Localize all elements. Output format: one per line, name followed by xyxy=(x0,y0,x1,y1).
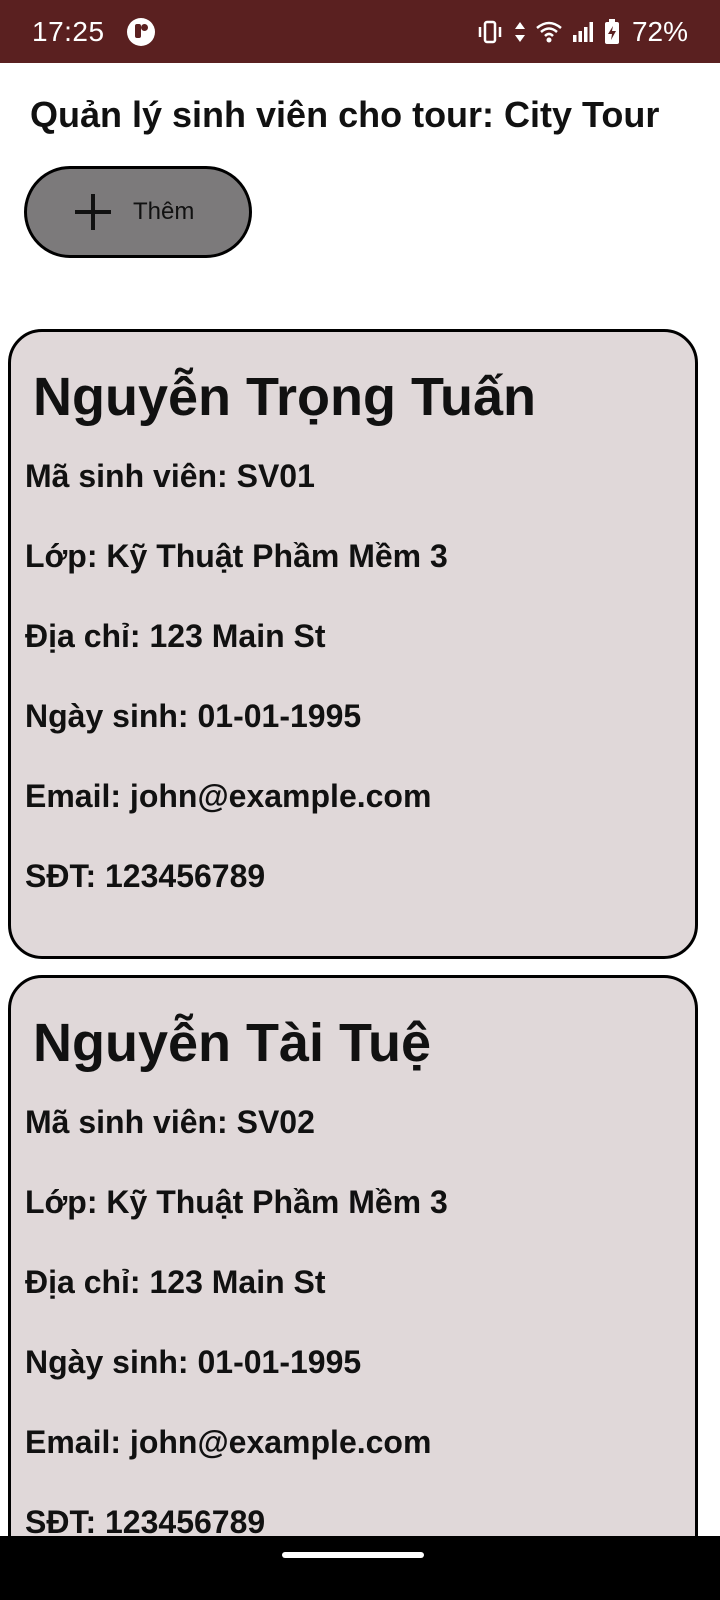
status-time: 17:25 xyxy=(32,15,105,47)
student-card[interactable]: Nguyễn Trọng Tuấn Mã sinh viên: SV01 Lớp… xyxy=(8,329,698,959)
battery-icon xyxy=(604,18,619,44)
student-address: Địa chỉ: 123 Main St xyxy=(25,1264,326,1300)
wifi-icon xyxy=(536,21,562,42)
student-name: Nguyễn Tài Tuệ xyxy=(33,1013,432,1073)
data-arrows-icon xyxy=(514,21,525,42)
student-id: Mã sinh viên: SV02 xyxy=(25,1104,315,1140)
student-address: Địa chỉ: 123 Main St xyxy=(25,618,326,654)
student-class: Lớp: Kỹ Thuật Phầm Mềm 3 xyxy=(25,1184,448,1220)
student-birthday: Ngày sinh: 01-01-1995 xyxy=(25,1344,362,1380)
student-birthday: Ngày sinh: 01-01-1995 xyxy=(25,698,362,734)
add-student-button[interactable]: Thêm xyxy=(24,166,252,258)
screen: 17:25 72% Quản lý sinh viên cho tour: Ci… xyxy=(0,0,720,1600)
student-email: Email: john@example.com xyxy=(25,1424,432,1460)
status-icons: 72% xyxy=(476,16,688,48)
status-bar: 17:25 72% xyxy=(0,0,720,63)
home-gesture-handle[interactable] xyxy=(282,1552,424,1558)
student-card[interactable]: Nguyễn Tài Tuệ Mã sinh viên: SV02 Lớp: K… xyxy=(8,975,698,1600)
student-class: Lớp: Kỹ Thuật Phầm Mềm 3 xyxy=(25,538,448,574)
app-notification-icon xyxy=(126,17,155,46)
student-email: Email: john@example.com xyxy=(25,778,432,814)
student-phone: SĐT: 123456789 xyxy=(25,858,266,894)
signal-icon xyxy=(572,21,593,42)
page-title: Quản lý sinh viên cho tour: City Tour xyxy=(30,94,660,135)
battery-percentage: 72% xyxy=(631,15,688,47)
vibrate-icon xyxy=(478,20,502,43)
navigation-bar xyxy=(0,1536,720,1600)
add-button-label: Thêm xyxy=(133,198,195,225)
plus-icon xyxy=(75,194,111,230)
student-id: Mã sinh viên: SV01 xyxy=(25,458,315,494)
student-name: Nguyễn Trọng Tuấn xyxy=(33,367,536,427)
